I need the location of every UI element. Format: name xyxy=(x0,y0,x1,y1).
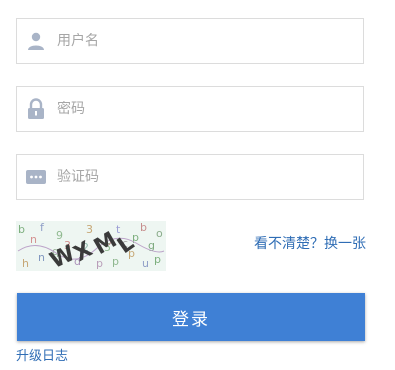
svg-text:n: n xyxy=(38,251,45,264)
username-input[interactable] xyxy=(57,33,337,49)
svg-text:b: b xyxy=(18,223,25,236)
captcha-field[interactable] xyxy=(16,154,364,200)
svg-text:p: p xyxy=(132,231,139,244)
password-field[interactable] xyxy=(16,86,364,132)
lock-icon xyxy=(25,98,47,120)
svg-text:n: n xyxy=(30,233,37,246)
svg-text:b: b xyxy=(140,221,147,234)
username-field[interactable] xyxy=(16,18,364,64)
upgrade-log-link[interactable]: 升级日志 xyxy=(16,345,68,364)
svg-text:9: 9 xyxy=(56,229,63,242)
svg-text:3: 3 xyxy=(86,223,93,236)
svg-text:p: p xyxy=(112,255,119,268)
svg-text:o: o xyxy=(156,227,163,240)
login-page: b n f 9 d 3 5 t p b g o h n q 3 p p p u xyxy=(0,0,395,370)
captcha-row: b n f 9 d 3 5 t p b g o h n q 3 p p p u xyxy=(16,221,366,271)
svg-text:h: h xyxy=(22,257,29,270)
dots-icon xyxy=(25,166,47,188)
captcha-image[interactable]: b n f 9 d 3 5 t p b g o h n q 3 p p p u xyxy=(16,221,166,271)
captcha-input[interactable] xyxy=(57,169,337,185)
password-input[interactable] xyxy=(57,101,337,117)
user-icon xyxy=(25,30,47,52)
captcha-refresh-link[interactable]: 看不清楚？换一张 xyxy=(254,233,366,253)
svg-text:p: p xyxy=(154,253,161,266)
svg-text:u: u xyxy=(142,257,149,270)
login-button[interactable]: 登录 xyxy=(17,293,365,341)
